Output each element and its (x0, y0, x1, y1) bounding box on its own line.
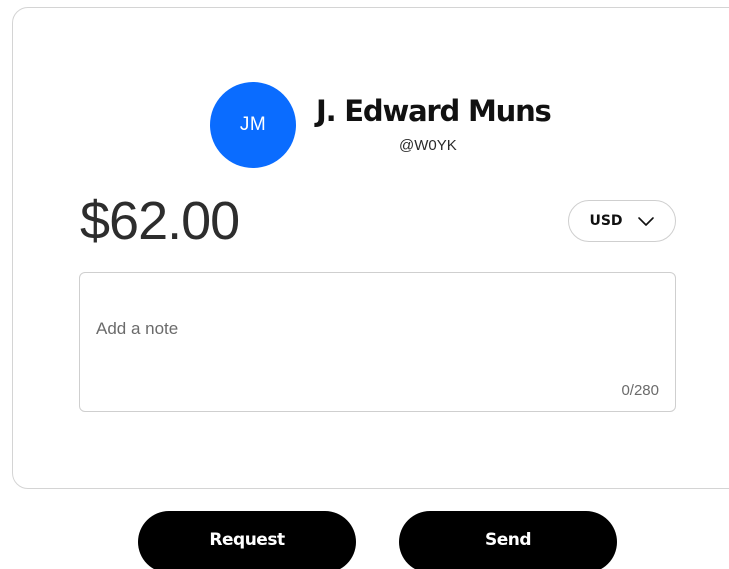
note-field-container[interactable]: 0/280 (79, 272, 676, 412)
recipient-handle: @W0YK (399, 137, 457, 154)
avatar: JM (210, 82, 296, 168)
payment-page: JM J. Edward Muns @W0YK $62.00 USD 0/280… (0, 0, 729, 569)
currency-label: USD (589, 213, 623, 229)
amount-display[interactable]: $62.00 (80, 190, 240, 252)
request-button[interactable]: Request (138, 511, 356, 569)
chevron-down-icon (637, 215, 655, 227)
recipient-name: J. Edward Muns (316, 94, 552, 128)
note-input[interactable] (96, 317, 656, 341)
avatar-initials: JM (239, 114, 267, 135)
send-button[interactable]: Send (399, 511, 617, 569)
currency-dropdown[interactable]: USD (568, 200, 676, 242)
note-character-counter: 0/280 (621, 382, 659, 399)
